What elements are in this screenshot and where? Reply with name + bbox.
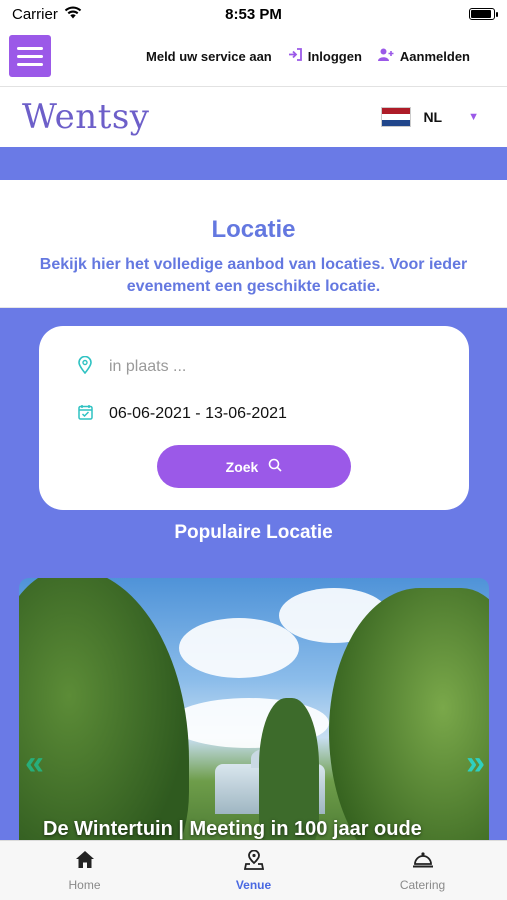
language-code: NL [423, 109, 443, 125]
search-icon [268, 458, 282, 475]
venue-photo-cloud [179, 618, 299, 678]
search-button-label: Zoek [225, 458, 259, 475]
battery-icon [469, 8, 498, 20]
search-button[interactable]: Zoek [157, 445, 351, 488]
user-plus-icon [377, 48, 394, 64]
login-link[interactable]: Inloggen [288, 48, 362, 64]
language-selector[interactable]: NL ▼ [381, 107, 485, 127]
tab-home[interactable]: Home [0, 841, 169, 900]
date-range-value: 06-06-2021 - 13-06-2021 [109, 405, 287, 422]
hamburger-line [17, 54, 43, 58]
wentsy-logo[interactable]: Wentsy [22, 97, 150, 137]
status-bar: Carrier 8:53 PM [0, 0, 507, 28]
tab-catering[interactable]: Catering [338, 841, 507, 900]
calendar-check-icon [77, 404, 93, 424]
double-chevron-right-icon[interactable]: » [466, 744, 485, 783]
hamburger-menu-button[interactable] [9, 35, 51, 77]
venue-name[interactable]: De Wintertuin | Meeting in 100 jaar oude [43, 818, 422, 841]
status-left: Carrier [12, 6, 82, 23]
place-placeholder: in plaats ... [109, 358, 187, 375]
page-subtitle: Bekijk hier het volledige aanbod van loc… [39, 256, 468, 295]
header-divider [0, 86, 507, 87]
popular-venues-title: Populaire Locatie [174, 522, 333, 543]
register-label: Aanmelden [399, 48, 470, 64]
wifi-icon [64, 6, 82, 23]
header-accent-band [0, 147, 507, 180]
place-input[interactable]: in plaats ... [77, 355, 187, 378]
hamburger-line [17, 46, 43, 50]
map-location-icon [243, 849, 264, 870]
login-label: Inloggen [307, 48, 362, 64]
tab-venue-label: Venue [235, 877, 272, 892]
date-range-input[interactable]: 06-06-2021 - 13-06-2021 [77, 404, 287, 424]
carrier-label: Carrier [12, 5, 58, 23]
double-chevron-left-icon[interactable]: « [25, 744, 44, 783]
logo-bar: Wentsy NL ▼ [0, 88, 507, 146]
home-icon [75, 850, 95, 870]
service-signup-label: Meld uw service aan [146, 48, 272, 64]
cloche-icon [412, 850, 434, 870]
battery-level [471, 10, 491, 18]
hamburger-line [17, 62, 43, 66]
tab-venue[interactable]: Venue [169, 841, 338, 900]
search-section: in plaats ... 06-06-2021 - 13-06-2021 Zo… [0, 308, 507, 868]
top-bar: Meld uw service aan Inloggen Aanmelden [0, 34, 507, 78]
page-title: Locatie [211, 216, 296, 243]
app-screen: Carrier 8:53 PM Meld uw service aan Inlo… [0, 0, 507, 900]
caret-down-icon: ▼ [468, 111, 479, 123]
login-arrow-icon [288, 48, 302, 64]
search-card: in plaats ... 06-06-2021 - 13-06-2021 Zo… [39, 326, 469, 510]
page-header: Locatie Bekijk hier het volledige aanbod… [0, 180, 507, 308]
top-links: Meld uw service aan Inloggen Aanmelden [146, 48, 498, 64]
netherlands-flag-icon [381, 107, 412, 127]
map-pin-icon [77, 355, 93, 378]
venue-carousel-card[interactable]: « » De Wintertuin | Meeting in 100 jaar … [19, 578, 489, 868]
tab-catering-label: Catering [399, 877, 446, 892]
bottom-tab-bar: Home Venue Catering [0, 840, 507, 900]
register-link[interactable]: Aanmelden [377, 48, 470, 64]
service-signup-link[interactable]: Meld uw service aan [146, 49, 272, 64]
tab-home-label: Home [68, 877, 101, 892]
